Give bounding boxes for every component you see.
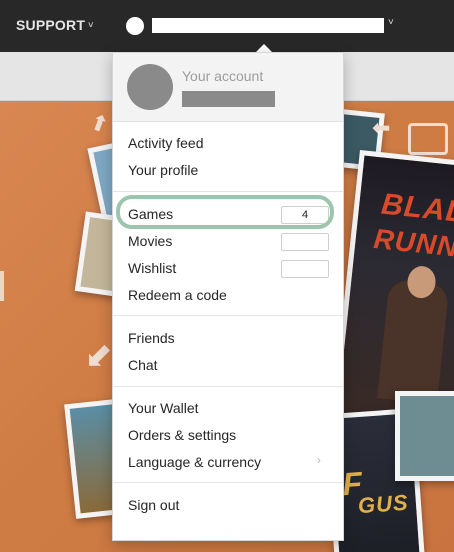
speech-bubble-icon	[408, 123, 448, 155]
menu-divider	[113, 386, 343, 387]
menu-divider	[113, 191, 343, 192]
account-header[interactable]: Your account	[113, 53, 343, 122]
chevron-down-icon: ˅	[388, 17, 394, 28]
wishlist-count-badge	[281, 260, 329, 278]
art-fragment	[0, 271, 4, 301]
menu-item-your-profile[interactable]: Your profile	[128, 159, 328, 181]
cover-character	[377, 278, 450, 405]
menu-item-your-wallet[interactable]: Your Wallet	[128, 397, 328, 419]
top-navigation-bar: SUPPORT ˅ ˅	[0, 0, 454, 52]
menu-divider	[113, 315, 343, 316]
cover-title: RUNNER	[372, 222, 454, 267]
games-highlight-ring	[116, 195, 334, 229]
support-label: SUPPORT	[16, 17, 86, 33]
menu-item-sign-out[interactable]: Sign out	[128, 494, 328, 516]
account-label: Your account	[182, 68, 264, 84]
movies-count-badge	[281, 233, 329, 251]
menu-divider	[113, 482, 343, 483]
arrow-decoration-icon: ⬆	[86, 108, 113, 139]
arrow-decoration-icon: ⬅	[372, 115, 391, 140]
game-cover-card	[395, 391, 454, 481]
account-name-redacted	[182, 91, 275, 107]
menu-item-language-currency[interactable]: Language & currency	[128, 451, 328, 473]
menu-item-orders-settings[interactable]: Orders & settings	[128, 424, 328, 446]
support-menu[interactable]: SUPPORT ˅	[16, 17, 94, 33]
cover-title: GUS	[357, 489, 410, 519]
menu-item-chat[interactable]: Chat	[128, 354, 328, 376]
menu-item-redeem-code[interactable]: Redeem a code	[128, 284, 328, 306]
user-avatar-dot	[126, 17, 144, 35]
chevron-right-icon: ›	[317, 453, 321, 467]
account-dropdown-menu: Your account Activity feed Your profile …	[112, 52, 344, 541]
username-redacted	[152, 18, 384, 33]
chevron-down-icon: ˅	[88, 20, 94, 30]
avatar	[127, 64, 173, 110]
menu-item-friends[interactable]: Friends	[128, 327, 328, 349]
menu-item-activity-feed[interactable]: Activity feed	[128, 132, 328, 154]
dropdown-caret	[256, 44, 272, 52]
